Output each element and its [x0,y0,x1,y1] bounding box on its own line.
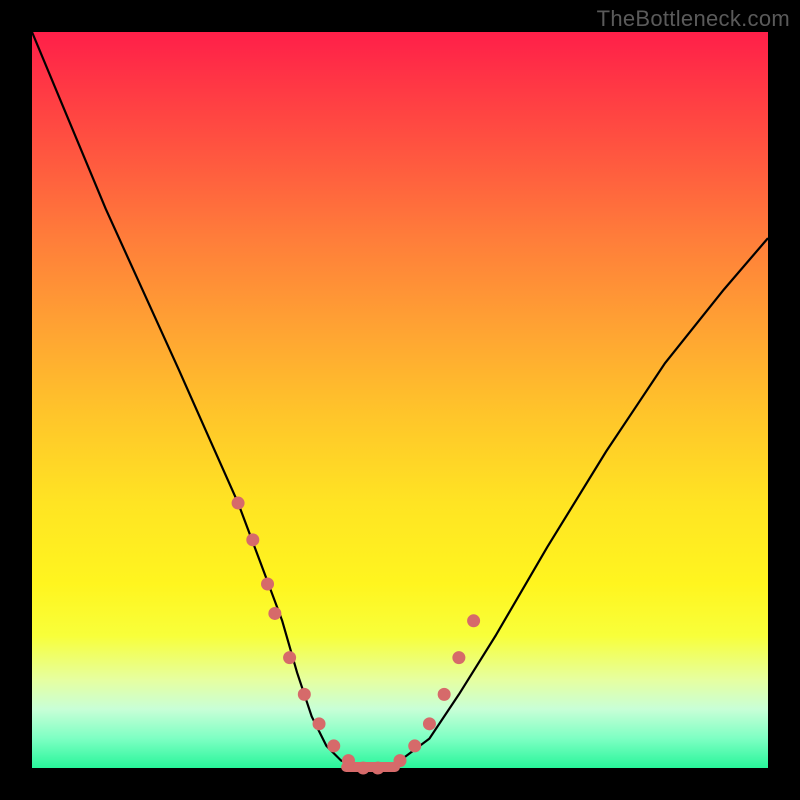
data-marker [408,739,421,752]
data-marker [452,651,465,664]
curve-overlay [32,32,768,768]
data-marker [261,578,274,591]
data-marker [371,762,384,775]
data-marker [268,607,281,620]
marker-group [232,497,481,775]
data-marker [298,688,311,701]
data-marker [283,651,296,664]
data-marker [232,497,245,510]
data-marker [327,739,340,752]
data-marker [313,717,326,730]
data-marker [394,754,407,767]
watermark-text: TheBottleneck.com [597,6,790,32]
data-marker [438,688,451,701]
plot-area [32,32,768,768]
chart-stage: TheBottleneck.com [0,0,800,800]
data-marker [467,614,480,627]
bottleneck-curve [32,32,768,768]
data-marker [357,762,370,775]
data-marker [423,717,436,730]
data-marker [246,533,259,546]
data-marker [342,754,355,767]
